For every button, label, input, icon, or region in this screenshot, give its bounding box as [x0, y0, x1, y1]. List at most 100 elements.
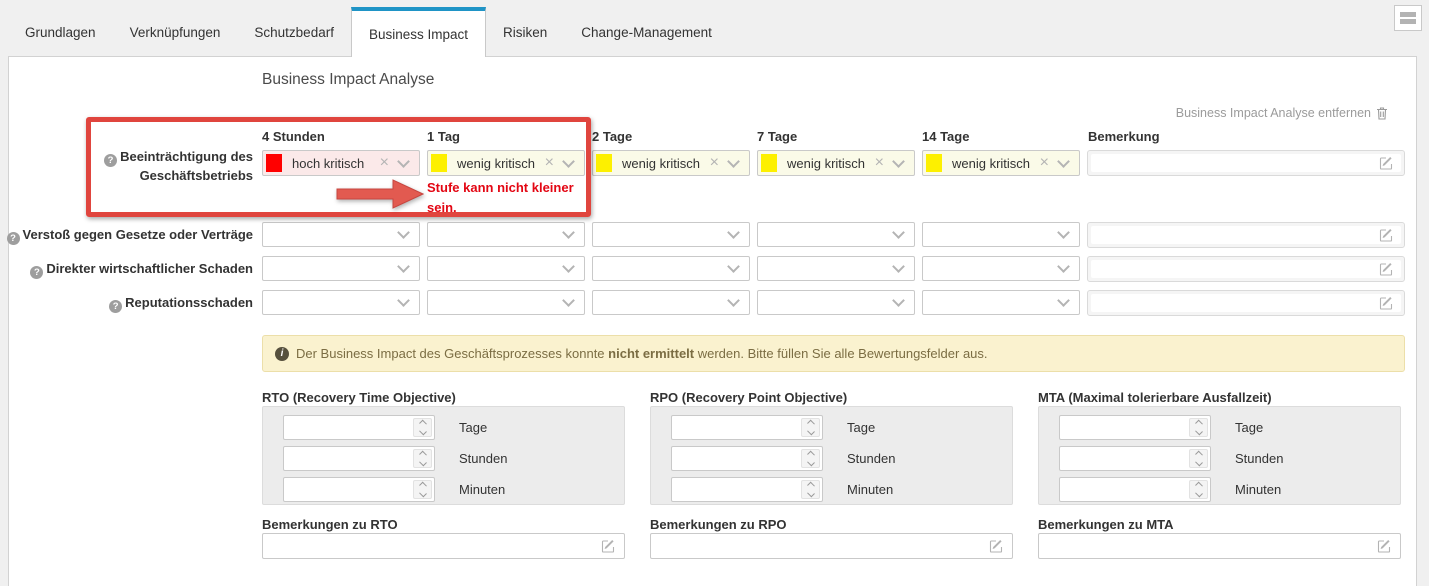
rpo-minuten-input[interactable] [671, 477, 823, 502]
banner-text-bold: nicht ermittelt [608, 346, 694, 361]
row-label-verstoss: ?Verstoß gegen Gesetze oder Verträge [7, 226, 253, 245]
chevron-down-icon [397, 226, 410, 239]
spinner-icon[interactable] [801, 418, 820, 437]
dropdown-verstoss-14-tage[interactable] [922, 222, 1080, 247]
banner-text: Der Business Impact des Geschäftsprozess… [296, 346, 608, 361]
spinner-icon[interactable] [413, 449, 432, 468]
dropdown-beeintraechtigung-7-tage[interactable]: wenig kritisch × [757, 150, 915, 176]
tab-risiken[interactable]: Risiken [486, 7, 564, 57]
dropdown-beeintraechtigung-14-tage[interactable]: wenig kritisch × [922, 150, 1080, 176]
dropdown-reputation-14-tage[interactable] [922, 290, 1080, 315]
remove-bia-link[interactable]: Business Impact Analyse entfernen [1176, 106, 1388, 120]
rpo-stunden-input[interactable] [671, 446, 823, 471]
rpo-remarks-label: Bemerkungen zu RPO [650, 517, 787, 532]
edit-icon[interactable] [1377, 539, 1392, 554]
bemerkung-input[interactable] [1091, 260, 1401, 278]
help-icon[interactable]: ? [109, 300, 122, 313]
dropdown-beeintraechtigung-1-tag[interactable]: wenig kritisch × [427, 150, 585, 176]
clear-icon[interactable]: × [545, 155, 554, 171]
mta-section-panel: Tage Stunden Minuten [1038, 406, 1401, 505]
dropdown-value: wenig kritisch [447, 156, 545, 171]
dropdown-verstoss-1-tag[interactable] [427, 222, 585, 247]
rpo-remarks-input[interactable] [650, 533, 1013, 559]
chevron-down-icon [892, 260, 905, 273]
rpo-section-title: RPO (Recovery Point Objective) [650, 390, 847, 405]
bemerkung-field-row1 [1087, 150, 1405, 176]
list-menu-button[interactable] [1394, 5, 1422, 31]
column-header-bemerkung: Bemerkung [1088, 129, 1160, 144]
bemerkung-field-row2 [1087, 222, 1405, 248]
rto-stunden-input[interactable] [283, 446, 435, 471]
spinner-icon[interactable] [1189, 480, 1208, 499]
spinner-icon[interactable] [801, 480, 820, 499]
rto-minuten-label: Minuten [459, 482, 505, 497]
tab-bar: Grundlagen Verknüpfungen Schutzbedarf Bu… [8, 0, 729, 57]
mta-stunden-input[interactable] [1059, 446, 1211, 471]
tab-change-management[interactable]: Change-Management [564, 7, 729, 57]
spinner-icon[interactable] [801, 449, 820, 468]
tab-schutzbedarf[interactable]: Schutzbedarf [237, 7, 351, 57]
dropdown-value: hoch kritisch [282, 156, 380, 171]
row-label-wirtschaftlicher-schaden: ?Direkter wirtschaftlicher Schaden [30, 260, 253, 279]
edit-icon[interactable] [1379, 228, 1394, 243]
warning-banner: i Der Business Impact des Geschäftsproze… [262, 335, 1405, 372]
severity-swatch-yellow [431, 154, 447, 172]
clear-icon[interactable]: × [380, 155, 389, 171]
chevron-down-icon [892, 226, 905, 239]
rpo-tage-input[interactable] [671, 415, 823, 440]
info-icon: i [275, 347, 289, 361]
spinner-icon[interactable] [1189, 449, 1208, 468]
spinner-icon[interactable] [413, 480, 432, 499]
rto-minuten-input[interactable] [283, 477, 435, 502]
help-icon[interactable]: ? [30, 266, 43, 279]
dropdown-schaden-14-tage[interactable] [922, 256, 1080, 281]
bemerkung-input[interactable] [1091, 154, 1401, 172]
edit-icon[interactable] [1379, 262, 1394, 277]
spinner-icon[interactable] [413, 418, 432, 437]
mta-tage-input[interactable] [1059, 415, 1211, 440]
dropdown-schaden-4-stunden[interactable] [262, 256, 420, 281]
dropdown-beeintraechtigung-4-stunden[interactable]: hoch kritisch × [262, 150, 420, 176]
tab-business-impact[interactable]: Business Impact [351, 7, 486, 57]
edit-icon[interactable] [1379, 156, 1394, 171]
dropdown-verstoss-4-stunden[interactable] [262, 222, 420, 247]
rto-remarks-input[interactable] [262, 533, 625, 559]
edit-icon[interactable] [601, 539, 616, 554]
dropdown-value: wenig kritisch [777, 156, 875, 171]
dropdown-reputation-2-tage[interactable] [592, 290, 750, 315]
clear-icon[interactable]: × [875, 155, 884, 171]
list-icon [1400, 12, 1416, 17]
bemerkung-input[interactable] [1091, 294, 1401, 312]
clear-icon[interactable]: × [710, 155, 719, 171]
screen: Grundlagen Verknüpfungen Schutzbedarf Bu… [0, 0, 1429, 586]
help-icon[interactable]: ? [7, 232, 20, 245]
tab-grundlagen[interactable]: Grundlagen [8, 7, 113, 57]
clear-icon[interactable]: × [1040, 155, 1049, 171]
rto-tage-input[interactable] [283, 415, 435, 440]
chevron-down-icon [727, 155, 740, 168]
bemerkung-field-row3 [1087, 256, 1405, 282]
dropdown-beeintraechtigung-2-tage[interactable]: wenig kritisch × [592, 150, 750, 176]
dropdown-schaden-1-tag[interactable] [427, 256, 585, 281]
edit-icon[interactable] [989, 539, 1004, 554]
chevron-down-icon [397, 260, 410, 273]
dropdown-value: wenig kritisch [942, 156, 1040, 171]
mta-stunden-label: Stunden [1235, 451, 1283, 466]
mta-remarks-input[interactable] [1038, 533, 1401, 559]
tab-verknuepfungen[interactable]: Verknüpfungen [113, 7, 238, 57]
mta-minuten-input[interactable] [1059, 477, 1211, 502]
dropdown-reputation-4-stunden[interactable] [262, 290, 420, 315]
chevron-down-icon [1057, 294, 1070, 307]
bemerkung-input[interactable] [1091, 226, 1401, 244]
dropdown-reputation-1-tag[interactable] [427, 290, 585, 315]
dropdown-schaden-7-tage[interactable] [757, 256, 915, 281]
help-icon[interactable]: ? [104, 154, 117, 167]
dropdown-verstoss-7-tage[interactable] [757, 222, 915, 247]
edit-icon[interactable] [1379, 296, 1394, 311]
column-header-4-stunden: 4 Stunden [262, 129, 325, 144]
spinner-icon[interactable] [1189, 418, 1208, 437]
dropdown-reputation-7-tage[interactable] [757, 290, 915, 315]
dropdown-verstoss-2-tage[interactable] [592, 222, 750, 247]
dropdown-schaden-2-tage[interactable] [592, 256, 750, 281]
banner-text: werden. Bitte füllen Sie alle Bewertungs… [694, 346, 987, 361]
